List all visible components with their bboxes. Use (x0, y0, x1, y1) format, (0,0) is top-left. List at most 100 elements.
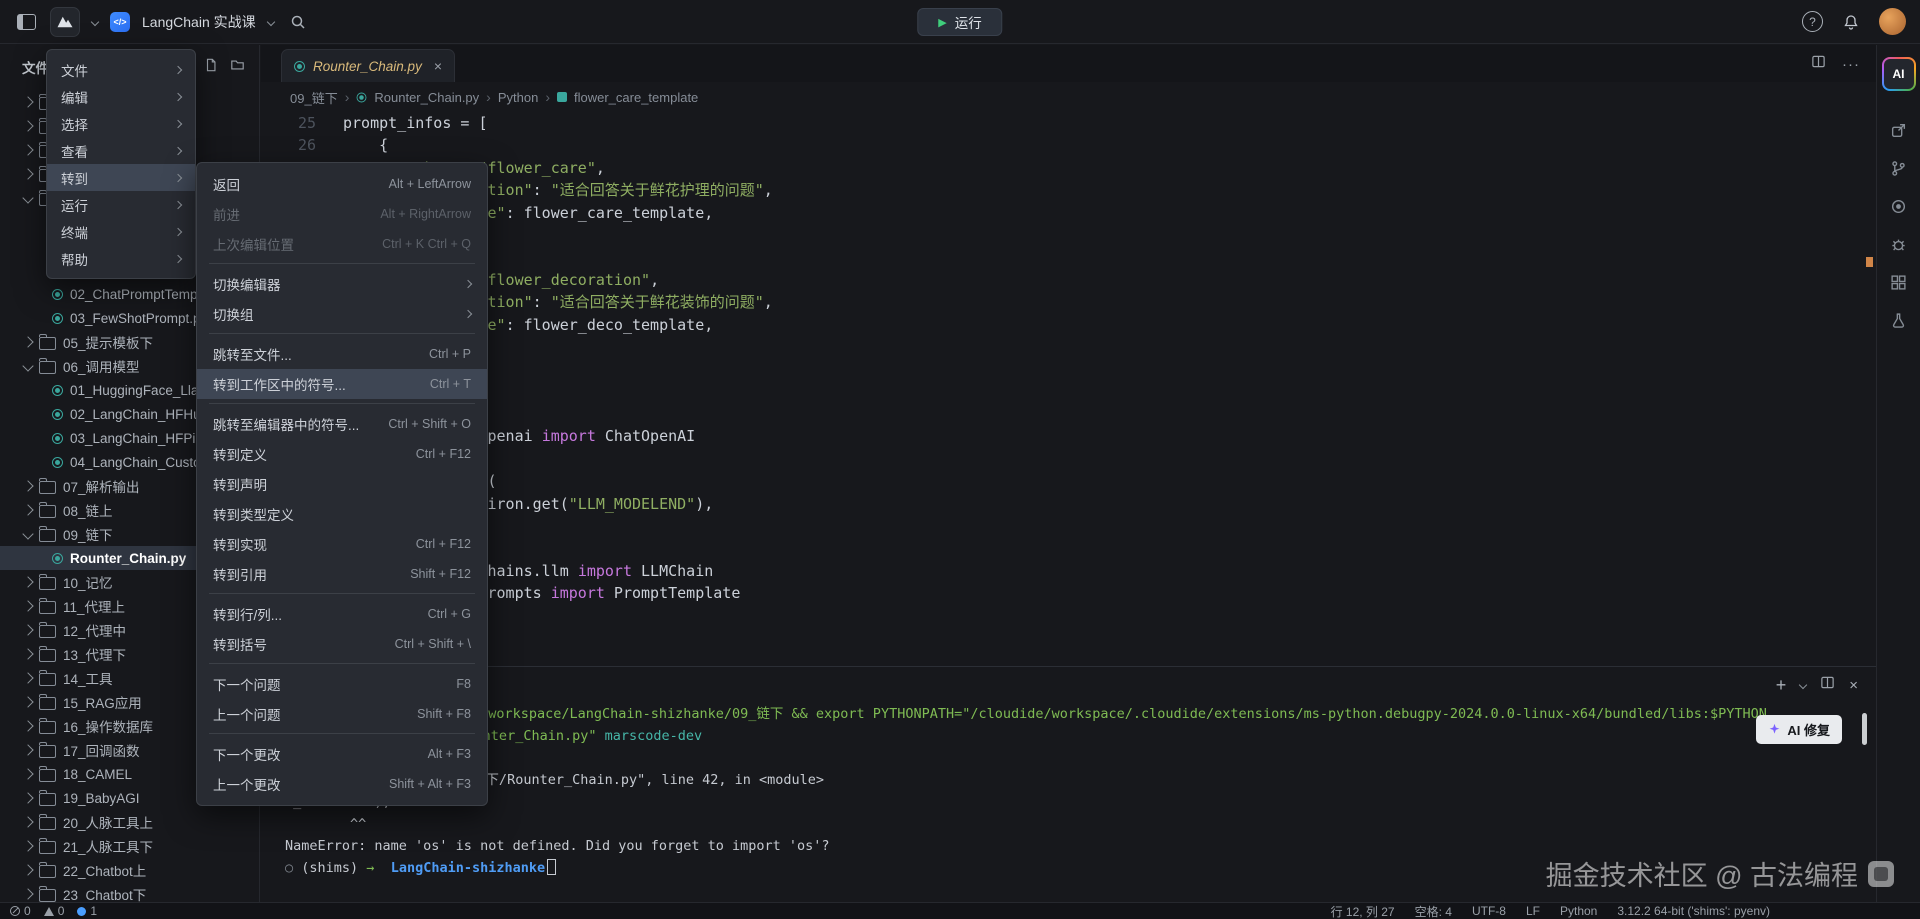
split-editor-icon[interactable] (1811, 54, 1826, 74)
project-chevron-icon[interactable] (266, 17, 274, 25)
experiments-icon[interactable] (1890, 312, 1907, 329)
language-mode[interactable]: Python (1560, 904, 1597, 918)
submenu-item[interactable]: 上次编辑位置Ctrl + K Ctrl + Q (197, 229, 487, 259)
ai-fix-button[interactable]: AI 修复 (1756, 715, 1842, 744)
close-panel-icon[interactable]: × (1849, 677, 1858, 694)
menu-item[interactable]: 查看 (47, 137, 195, 164)
terminal-line: ain-shizhanke/09_链下/Rounter_Chain.py" ma… (285, 725, 1830, 747)
notifications-badge[interactable]: 1 (77, 904, 97, 918)
submenu-item[interactable]: 转到括号Ctrl + Shift + \ (197, 629, 487, 659)
submenu-item[interactable]: 切换编辑器 (197, 269, 487, 299)
tree-chevron-icon (22, 816, 33, 827)
menu-item[interactable]: 帮助 (47, 245, 195, 272)
submenu-item[interactable]: 转到声明 (197, 469, 487, 499)
warning-count: 0 (58, 904, 65, 918)
submenu-item[interactable]: 转到引用Shift + F12 (197, 559, 487, 589)
menu-item[interactable]: 文件 (47, 56, 195, 83)
menu-item[interactable]: 转到 (47, 164, 195, 191)
code-line: { (343, 134, 773, 156)
menu-item[interactable]: 选择 (47, 110, 195, 137)
terminal-scrollbar[interactable] (1862, 713, 1867, 745)
extensions-icon[interactable] (1890, 274, 1907, 291)
menu-item[interactable]: 终端 (47, 218, 195, 245)
ai-assistant-badge[interactable]: AI (1882, 57, 1916, 91)
editor-scrollbar[interactable] (1862, 112, 1876, 667)
terminal-dropdown-icon[interactable] (1799, 681, 1807, 689)
run-button[interactable]: ▶ 运行 (917, 8, 1002, 36)
tree-chevron-icon (22, 696, 33, 707)
debug-icon[interactable] (1890, 236, 1907, 253)
submenu-item[interactable]: 转到定义Ctrl + F12 (197, 439, 487, 469)
breadcrumb-item[interactable]: Rounter_Chain.py (374, 90, 479, 105)
submenu-item[interactable]: 跳转至文件...Ctrl + P (197, 339, 487, 369)
new-terminal-icon[interactable]: + (1776, 678, 1787, 692)
submenu-item[interactable]: 转到行/列...Ctrl + G (197, 599, 487, 629)
python-file-icon (52, 385, 63, 396)
breadcrumb-item[interactable]: Python (498, 90, 538, 105)
tree-folder-item[interactable]: 20_人脉工具上 (0, 810, 259, 834)
terminal-line: ○ (shims) → LangChain-shizhanke (285, 857, 1830, 879)
run-target-icon[interactable] (1890, 198, 1907, 215)
submenu-item[interactable]: 上一个问题Shift + F8 (197, 699, 487, 729)
tree-item-label: 01_HuggingFace_Lla (70, 383, 198, 398)
tree-item-label: 03_FewShotPrompt.p (70, 311, 201, 326)
tree-folder-item[interactable]: 23_Chatbot下 (0, 882, 259, 902)
code-line: prompt_infos = [ (343, 112, 773, 134)
shortcut-label: Alt + LeftArrow (389, 177, 471, 191)
submenu-item[interactable]: 下一个更改Alt + F3 (197, 739, 487, 769)
tab-bar: Rounter_Chain.py × ··· (261, 45, 1876, 83)
submenu-item[interactable]: 转到实现Ctrl + F12 (197, 529, 487, 559)
submenu-item[interactable]: 跳转至编辑器中的符号...Ctrl + Shift + O (197, 409, 487, 439)
submenu-item[interactable]: 转到工作区中的符号...Ctrl + T (197, 369, 487, 399)
submenu-item[interactable]: 下一个问题F8 (197, 669, 487, 699)
folder-icon (39, 601, 56, 614)
sidebar-toggle-icon[interactable] (14, 10, 38, 34)
editor-tab[interactable]: Rounter_Chain.py × (281, 49, 455, 82)
menu-item[interactable]: 运行 (47, 191, 195, 218)
tree-item-label: 22_Chatbot上 (63, 860, 146, 880)
submenu-item[interactable]: 上一个更改Shift + Alt + F3 (197, 769, 487, 799)
help-icon[interactable]: ? (1802, 11, 1823, 32)
breadcrumb-item[interactable]: flower_care_template (574, 90, 698, 105)
cursor-position[interactable]: 行 12, 列 27 (1331, 903, 1395, 919)
app-logo[interactable] (50, 7, 80, 37)
tab-close-icon[interactable]: × (434, 58, 442, 74)
problems-warnings[interactable]: 0 (44, 904, 65, 918)
tree-item-label: 05_提示模板下 (63, 332, 153, 352)
breadcrumb-item[interactable]: 09_链下 (290, 88, 338, 107)
split-terminal-icon[interactable] (1820, 675, 1835, 695)
encoding[interactable]: UTF-8 (1472, 904, 1506, 918)
folder-icon (39, 889, 56, 902)
terminal-line: LangChain-shizhanke/09_链下/Rounter_Chain.… (285, 769, 1830, 791)
submenu-item[interactable]: 转到类型定义 (197, 499, 487, 529)
user-avatar[interactable] (1879, 8, 1906, 35)
submenu-item[interactable]: 切换组 (197, 299, 487, 329)
terminal-output[interactable]: ke COMMAND="cd /cloudide/workspace/LangC… (285, 703, 1830, 900)
submenu-item[interactable]: 前进Alt + RightArrow (197, 199, 487, 229)
menu-item[interactable]: 编辑 (47, 83, 195, 110)
folder-icon (39, 673, 56, 686)
new-file-icon[interactable] (204, 58, 218, 77)
code-editor[interactable]: 2526272829303132333435363738394041424344… (261, 112, 1862, 667)
project-name[interactable]: LangChain 实战课 (142, 12, 256, 32)
tree-folder-item[interactable]: 21_人脉工具下 (0, 834, 259, 858)
tree-folder-item[interactable]: 22_Chatbot上 (0, 858, 259, 882)
new-folder-icon[interactable] (230, 58, 245, 77)
search-icon[interactable] (286, 10, 310, 34)
preview-icon[interactable] (1890, 122, 1907, 139)
tree-chevron-icon (22, 768, 33, 779)
tab-label: Rounter_Chain.py (313, 59, 422, 74)
logo-chevron-icon[interactable] (91, 17, 99, 25)
more-actions-icon[interactable]: ··· (1842, 56, 1860, 73)
python-file-icon (52, 289, 63, 300)
tree-item-label: 12_代理中 (63, 620, 126, 640)
python-interpreter[interactable]: 3.12.2 64-bit ('shims': pyenv) (1617, 904, 1770, 918)
tree-chevron-icon (22, 840, 33, 851)
submenu-item[interactable]: 返回Alt + LeftArrow (197, 169, 487, 199)
problems-errors[interactable]: 0 (10, 904, 31, 918)
tree-chevron-icon (22, 864, 33, 875)
bell-icon[interactable] (1839, 10, 1863, 34)
git-branch-icon[interactable] (1890, 160, 1907, 177)
eol-setting[interactable]: LF (1526, 904, 1540, 918)
indentation[interactable]: 空格: 4 (1415, 903, 1452, 919)
